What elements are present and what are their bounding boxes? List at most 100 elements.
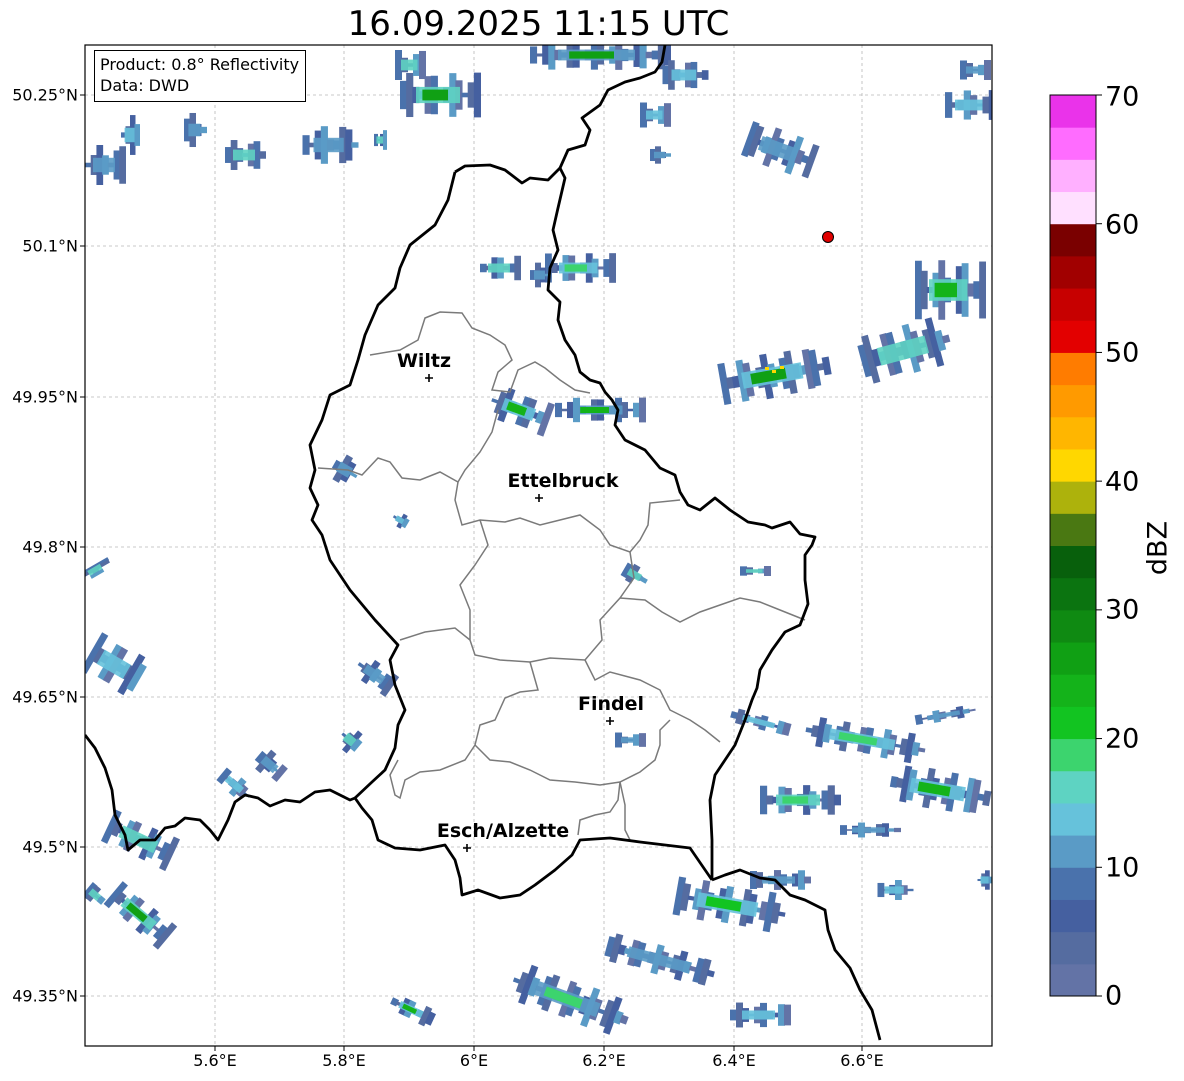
colorbar [1049, 94, 1102, 997]
echo-cell [216, 767, 250, 798]
y-tick-label: 50.1°N [22, 236, 78, 256]
city-marker [535, 494, 543, 502]
canton-border [459, 519, 531, 663]
x-tick-marks [214, 1046, 863, 1051]
echo-cell [615, 732, 646, 748]
echo-strip [555, 402, 562, 418]
echo-strip [633, 402, 640, 418]
y-tick-label: 50.25°N [12, 85, 78, 105]
colorbar-segment [1050, 255, 1096, 289]
echo-heavy-core [782, 796, 808, 804]
echo-heavy-core [580, 407, 609, 413]
echo-strip [894, 827, 901, 833]
echo-cell [730, 1002, 791, 1028]
echo-core [124, 127, 135, 143]
echo-strip [764, 566, 771, 576]
colorbar-segment [1050, 674, 1096, 707]
colorbar-tick-label: 40 [1105, 466, 1140, 498]
echo-strip [651, 50, 659, 60]
echo-strip [461, 92, 469, 98]
colorbar-segment [1050, 384, 1096, 418]
echo-strip [406, 72, 414, 118]
echo-strip [419, 50, 426, 80]
echo-cell [392, 513, 410, 529]
canton-border [474, 719, 671, 786]
country-border [308, 171, 714, 900]
echo-cell [672, 876, 786, 933]
echo-strip [345, 129, 353, 161]
colorbar-tick-label: 20 [1105, 723, 1140, 755]
echo-cell [960, 60, 991, 80]
echo-strip [784, 1004, 791, 1026]
echo-strip [627, 408, 634, 412]
echo-speckle [772, 370, 776, 373]
info-box: Product: 0.8° Reflectivity Data: DWD [94, 50, 307, 102]
colorbar-segment [1050, 448, 1096, 482]
echo-strip [701, 70, 709, 80]
echo-strip [351, 142, 359, 148]
echo-cell [740, 121, 820, 179]
echo-cell [760, 785, 841, 815]
echo-strip [730, 1009, 737, 1021]
echo-strip [706, 969, 715, 978]
echo-cell [512, 964, 629, 1035]
echo-cell [914, 705, 976, 726]
echo-cell [400, 72, 481, 118]
echo-heavy-core [569, 51, 614, 59]
x-tick-label: 6°E [459, 1051, 489, 1070]
echo-strip [984, 60, 991, 80]
echo-cell [650, 146, 671, 164]
echo-strip [383, 130, 387, 150]
echo-speckle [780, 366, 784, 369]
echo-strip [400, 80, 408, 110]
colorbar-segment [1050, 577, 1096, 611]
echo-strip [960, 60, 967, 80]
echo-strip [920, 270, 928, 310]
y-tick-label: 49.35°N [12, 986, 78, 1006]
echo-strip [804, 876, 811, 884]
echo-core [966, 66, 983, 74]
echo-cell [662, 60, 709, 90]
echo-strip [639, 397, 646, 423]
echo-cell [620, 562, 648, 584]
colorbar-segment [1050, 802, 1096, 836]
colorbar-segment [1050, 159, 1096, 193]
y-tick-label: 49.65°N [12, 687, 78, 707]
echo-cell [254, 749, 288, 782]
echo-strip [915, 260, 922, 320]
echo-strip [536, 53, 544, 57]
echo-core [488, 263, 510, 273]
echo-strip [821, 790, 829, 810]
echo-cell [857, 317, 951, 384]
colorbar-tick-label: 10 [1105, 852, 1140, 884]
y-tick-label: 49.95°N [12, 387, 78, 407]
echo-strip [514, 255, 521, 281]
radar-site-marker [822, 231, 834, 243]
echo-cell [945, 90, 992, 120]
echo-strip [542, 45, 550, 65]
echo-strip [473, 72, 481, 118]
echo-strip [119, 146, 126, 184]
echo-core [534, 270, 545, 280]
borders [85, 45, 882, 1041]
echo-strip [740, 566, 747, 576]
echo-strip [302, 135, 310, 155]
echo-cell [977, 870, 992, 890]
map-frame [84, 44, 993, 1047]
canton-border [399, 627, 471, 641]
colorbar-segment [1050, 127, 1096, 160]
echo-cell [85, 557, 110, 580]
echo-strip [609, 253, 616, 283]
echo-strip [134, 124, 140, 146]
gridlines [85, 45, 992, 1046]
echo-strip [639, 733, 646, 747]
echo-strip [917, 747, 926, 753]
y-tick-marks [80, 94, 85, 997]
echo-strip [821, 356, 832, 376]
echo-strip [798, 870, 805, 890]
echo-strip [833, 794, 841, 806]
echo-strip [760, 785, 768, 815]
x-tick-label: 5.8°E [322, 1051, 366, 1070]
echo-strip [597, 266, 605, 270]
echo-strip [979, 261, 986, 319]
